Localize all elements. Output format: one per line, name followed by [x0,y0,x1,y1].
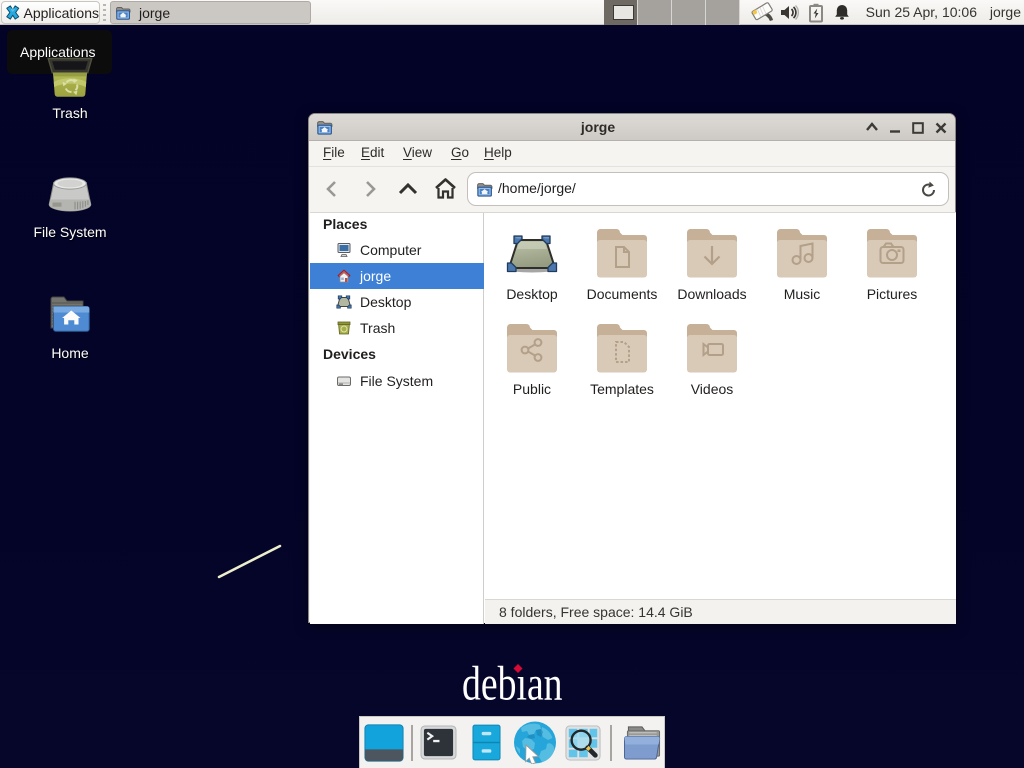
svg-text:debıan: debıan [462,657,563,707]
